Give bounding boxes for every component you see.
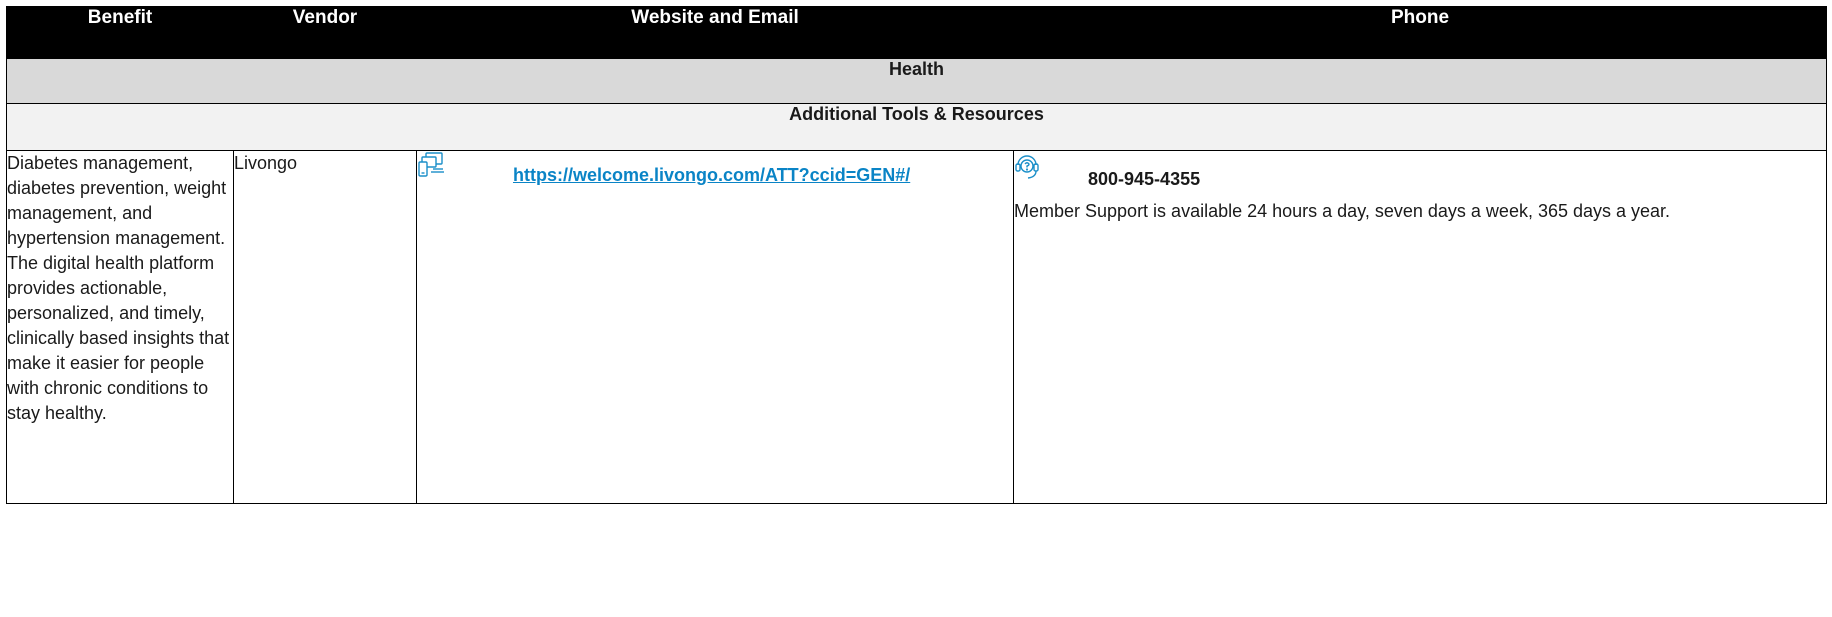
header-website: Website and Email: [416, 6, 1014, 59]
phone-cell: 800-945-4355 Member Support is available…: [1013, 150, 1827, 504]
support-headset-icon: [1015, 155, 1039, 179]
benefit-description: Diabetes management, diabetes prevention…: [6, 150, 234, 504]
phone-number[interactable]: 800-945-4355: [1088, 165, 1200, 193]
table-row: Diabetes management, diabetes prevention…: [6, 150, 1827, 504]
header-row: Benefit Vendor Website and Email Phone: [6, 6, 1827, 59]
vendor-name: Livongo: [233, 150, 417, 504]
section-title: Health: [6, 58, 1827, 104]
website-cell: https://welcome.livongo.com/ATT?ccid=GEN…: [416, 150, 1014, 504]
website-row: https://welcome.livongo.com/ATT?ccid=GEN…: [417, 151, 1013, 186]
header-benefit: Benefit: [6, 6, 234, 59]
phone-availability-note: Member Support is available 24 hours a d…: [1014, 201, 1671, 221]
subsection-title: Additional Tools & Resources: [6, 103, 1827, 151]
header-vendor: Vendor: [233, 6, 417, 59]
phone-row: 800-945-4355: [1014, 151, 1826, 193]
subsection-row: Additional Tools & Resources: [6, 103, 1827, 151]
devices-icon: [418, 152, 444, 177]
benefits-table: Benefit Vendor Website and Email Phone H…: [6, 6, 1827, 504]
header-phone: Phone: [1013, 6, 1827, 59]
vendor-website-link[interactable]: https://welcome.livongo.com/ATT?ccid=GEN…: [513, 165, 910, 186]
section-row: Health: [6, 58, 1827, 104]
